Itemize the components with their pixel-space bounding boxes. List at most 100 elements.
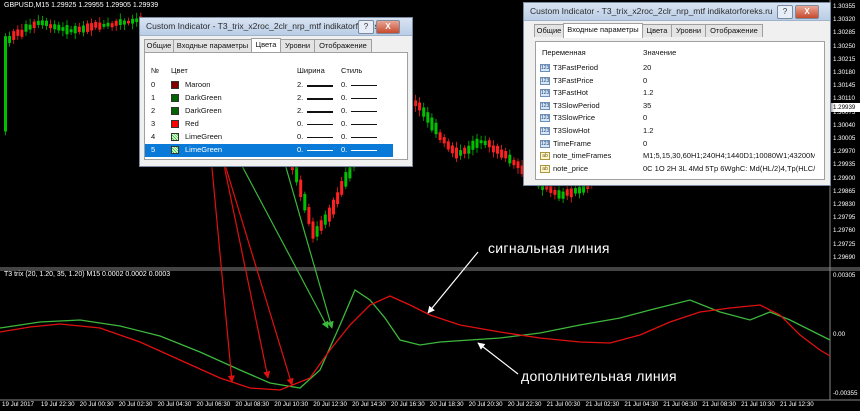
candle-body <box>336 192 340 205</box>
param-value[interactable]: M1;5,15,30,60H1;240H4;1440D1;10080W1;432… <box>643 151 815 160</box>
color-swatch[interactable] <box>171 146 179 154</box>
tab-display[interactable]: Отображение <box>314 39 372 52</box>
tab-display[interactable]: Отображение <box>705 24 763 37</box>
color-swatch[interactable] <box>171 107 179 115</box>
param-row[interactable]: 123 T3SlowHot 1.2 <box>536 125 820 138</box>
param-value[interactable]: 35 <box>643 101 815 110</box>
time-tick-label: 20 Jul 00:30 <box>79 401 114 408</box>
param-value[interactable]: 0 <box>643 139 815 148</box>
dialog-titlebar[interactable]: Custom Indicator - T3_trix_x2roc_2clr_nr… <box>140 18 412 36</box>
numeric-param-icon: 123 <box>540 127 550 135</box>
candle-body <box>418 102 422 111</box>
col-width-header: Ширина <box>297 66 325 75</box>
color-row[interactable]: 1 DarkGreen 2. 0. <box>145 92 393 105</box>
time-tick-label: 20 Jul 14:30 <box>352 401 386 408</box>
param-value[interactable]: 1.2 <box>643 126 815 135</box>
color-swatch[interactable] <box>171 94 179 102</box>
help-button[interactable]: ? <box>777 5 793 19</box>
color-swatch[interactable] <box>171 81 179 89</box>
candle-body <box>414 100 417 107</box>
tab-general[interactable]: Общие <box>534 24 564 37</box>
candle-body <box>118 19 122 26</box>
tab-levels[interactable]: Уровни <box>280 39 315 52</box>
time-tick-label: 19 Jul 2017 <box>2 401 34 408</box>
help-button[interactable]: ? <box>358 20 374 34</box>
tab-inputs[interactable]: Входные параметры <box>563 23 643 38</box>
tab-levels[interactable]: Уровни <box>671 24 706 37</box>
param-row[interactable]: 123 TimeFrame 0 <box>536 138 820 151</box>
colors-table: № Цвет Ширина Стиль 0 Maroon 2. 0. 1 DarkGree… <box>144 52 408 160</box>
candle-body <box>344 172 348 187</box>
candle-body <box>442 137 446 144</box>
close-button[interactable]: X <box>376 20 400 34</box>
color-row[interactable]: 4 LimeGreen 0. 0. <box>145 131 393 144</box>
numeric-param-icon: 123 <box>540 89 550 98</box>
tab-inputs[interactable]: Входные параметры <box>173 39 252 52</box>
time-tick-label: 20 Jul 20:30 <box>468 401 503 408</box>
candle-body <box>110 23 114 28</box>
line-style-value: 0. <box>341 132 348 141</box>
time-tick-label: 20 Jul 10:30 <box>274 401 309 408</box>
line-style-sample <box>351 85 377 86</box>
color-row[interactable]: 0 Maroon 2. 0. <box>145 79 393 92</box>
line-width-value: 0. <box>297 132 304 141</box>
param-row[interactable]: 123 T3FastPeriod 20 <box>536 62 820 75</box>
candle-body <box>332 199 335 215</box>
param-row[interactable]: 123 T3FastHot 1.2 <box>536 87 820 100</box>
colors-dialog[interactable]: Custom Indicator - T3_trix_x2roc_2clr_nr… <box>139 17 413 167</box>
color-swatch[interactable] <box>171 120 179 128</box>
string-param-icon: ab <box>540 164 550 173</box>
candle-body <box>77 26 81 33</box>
candle-body <box>426 112 430 123</box>
param-name: T3FastPeriod <box>553 63 599 72</box>
line-style-sample <box>351 98 377 99</box>
candle-body <box>467 145 471 154</box>
inputs-dialog[interactable]: Custom Indicator - T3_trix_x2roc_2clr_nr… <box>523 2 831 186</box>
candle-body <box>450 145 454 154</box>
price-tick-label: 1.30355 <box>833 3 856 10</box>
indicator-lines <box>0 289 831 391</box>
tab-colors[interactable]: Цвета <box>642 24 672 37</box>
param-row[interactable]: ab note_price 0C 1O 2H 3L 4Md 5Tp 6WghC: M… <box>536 163 820 176</box>
candle-body <box>504 151 508 159</box>
param-row[interactable]: 123 T3SlowPrice 0 <box>536 112 820 125</box>
candle-body <box>81 25 85 33</box>
param-row[interactable]: 123 T3SlowPeriod 35 <box>536 100 820 113</box>
candle-body <box>73 25 77 34</box>
color-swatch[interactable] <box>171 133 179 141</box>
time-tick-label: 20 Jul 06:30 <box>196 401 231 408</box>
numeric-param-icon: 123 <box>540 139 550 148</box>
row-num: 1 <box>151 93 156 102</box>
dialog-titlebar[interactable]: Custom Indicator - T3_trix_x2roc_2clr_nr… <box>524 3 830 21</box>
tab-colors[interactable]: Цвета <box>251 38 281 53</box>
param-value[interactable]: 1.2 <box>643 88 815 97</box>
param-value[interactable]: 0C 1O 2H 3L 4Md 5Tp 6WghC: Md(HL/2)4,Tp(… <box>643 164 815 173</box>
line-style-sample <box>351 150 377 151</box>
candle-body <box>557 190 561 199</box>
param-value[interactable]: 20 <box>643 63 815 72</box>
param-row[interactable]: ab note_timeFrames M1;5,15,30,60H1;240H4;1… <box>536 150 820 163</box>
price-tick-label: 1.30005 <box>833 135 856 142</box>
tab-general[interactable]: Общие <box>144 39 174 52</box>
param-name: T3SlowHot <box>553 126 590 135</box>
close-button[interactable]: X <box>795 5 819 19</box>
candle-body <box>553 189 557 195</box>
candle-body <box>500 149 504 158</box>
candle-body <box>422 107 426 117</box>
time-tick-label: 21 Jul 02:30 <box>585 401 620 408</box>
line-width-value: 0. <box>297 145 304 154</box>
price-tick-label: 1.29900 <box>833 174 856 182</box>
color-row[interactable]: 5 LimeGreen 0. 0. <box>145 144 393 157</box>
price-tick-label: 1.29970 <box>833 148 856 156</box>
param-value[interactable]: 0 <box>643 113 815 122</box>
color-row[interactable]: 3 Red 0. 0. <box>145 118 393 131</box>
current-price-marker: 1.29939 <box>831 103 860 112</box>
param-value[interactable]: 0 <box>643 76 815 85</box>
color-row[interactable]: 2 DarkGreen 2. 0. <box>145 105 393 118</box>
candle-body <box>307 207 311 224</box>
candle-body <box>578 186 581 194</box>
line-width-value: 0. <box>297 119 304 128</box>
price-tick-label: 1.30250 <box>833 42 856 50</box>
terminal-window: GBPUSD,M15 1.29925 1.29955 1.29905 1.299… <box>0 0 860 411</box>
param-row[interactable]: 123 T3FastPrice 0 <box>536 75 820 88</box>
